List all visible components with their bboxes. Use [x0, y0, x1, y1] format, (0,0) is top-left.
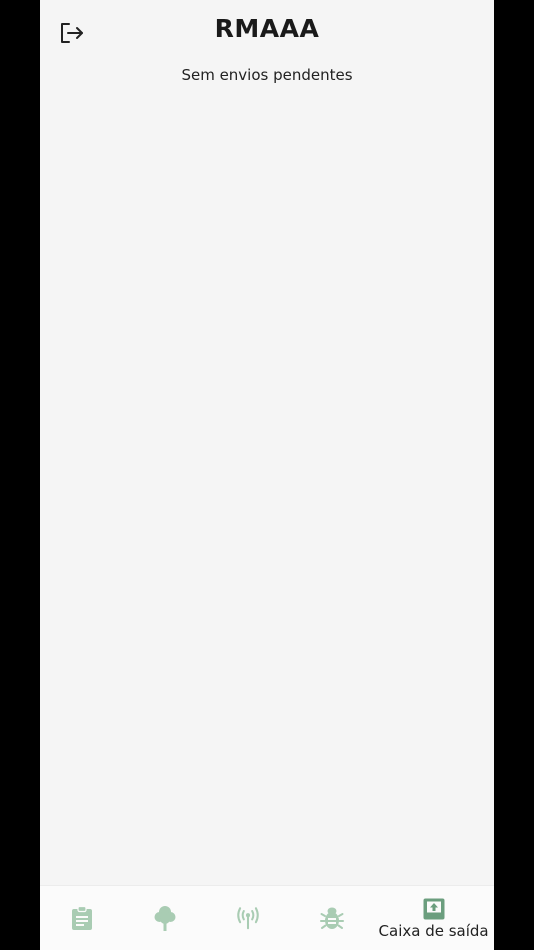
tab-clipboard[interactable]	[40, 886, 123, 950]
tab-bug[interactable]	[290, 886, 373, 950]
tab-tree[interactable]	[123, 886, 206, 950]
tab-outbox-label: Caixa de saída	[378, 922, 489, 940]
outbox-icon	[421, 896, 447, 922]
app-header: RMAAA	[40, 0, 494, 64]
bottom-tab-bar: Caixa de saída	[40, 885, 494, 950]
clipboard-icon	[69, 905, 95, 931]
app-screen: RMAAA Sem envios pendentes Caixa de saíd…	[40, 0, 494, 950]
empty-state-message: Sem envios pendentes	[181, 66, 353, 84]
tab-outbox[interactable]: Caixa de saída	[373, 886, 494, 950]
tab-antenna[interactable]	[207, 886, 290, 950]
tree-icon	[152, 905, 178, 931]
app-title: RMAAA	[214, 14, 320, 43]
antenna-icon	[235, 905, 261, 931]
bug-icon	[319, 905, 345, 931]
